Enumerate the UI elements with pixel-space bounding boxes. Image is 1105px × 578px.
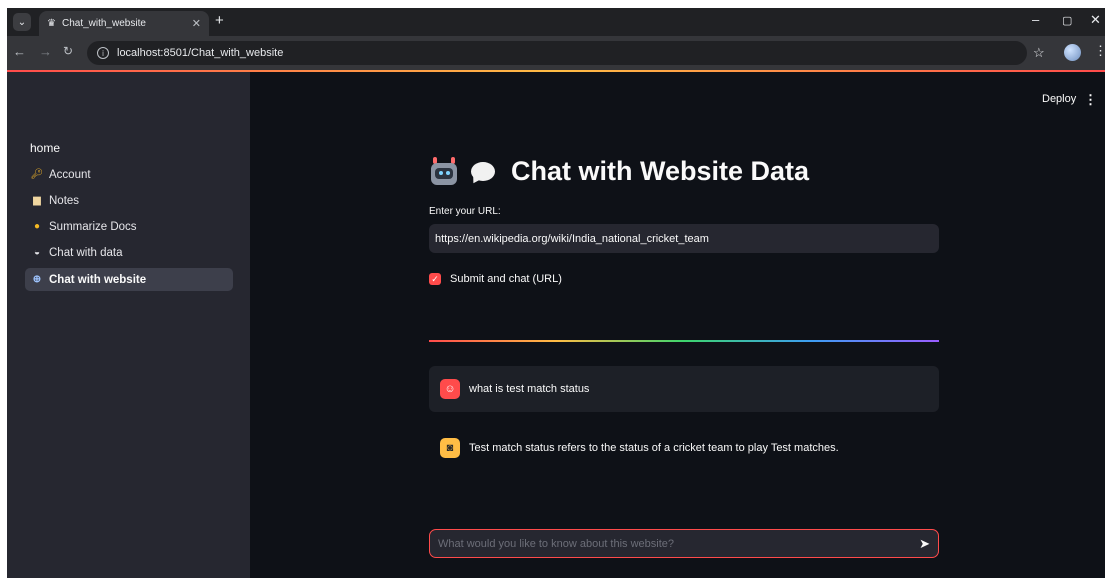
- sidebar-item-label: Summarize Docs: [49, 220, 137, 233]
- message-text: what is test match status: [469, 383, 590, 395]
- globe-icon: ⊕: [32, 274, 42, 285]
- tab-title: Chat_with_website: [61, 18, 146, 29]
- sidebar-item-label: Chat with data: [49, 246, 123, 259]
- browser-window: ⌄ ♛ Chat_with_website ✕ + – ▢ ✕ ← → ↻ i …: [7, 8, 1105, 578]
- speech-bubble-icon: [469, 159, 497, 186]
- navigation-bar: ← → ↻ i localhost:8501/Chat_with_website…: [7, 36, 1105, 70]
- sidebar-item-home[interactable]: home: [30, 141, 60, 155]
- chat-input-container: ➤: [429, 529, 939, 558]
- url-input[interactable]: https://en.wikipedia.org/wiki/India_nati…: [429, 224, 939, 253]
- sidebar-item-chat-with-website[interactable]: ⊕ Chat with website: [25, 268, 233, 291]
- message-text: Test match status refers to the status o…: [469, 442, 839, 454]
- sidebar-item-chat-with-data[interactable]: ◒ Chat with data: [25, 241, 233, 264]
- url-label: Enter your URL:: [429, 206, 501, 217]
- main-menu-icon[interactable]: ⋮: [1084, 92, 1097, 108]
- key-icon: 🔑︎: [30, 169, 44, 180]
- car-icon: ◒: [33, 247, 41, 258]
- submit-chat-checkbox[interactable]: ✓: [429, 273, 441, 285]
- back-arrow-icon[interactable]: ←: [13, 44, 26, 59]
- minimize-icon[interactable]: –: [1032, 12, 1039, 27]
- assistant-message: ◙ Test match status refers to the status…: [429, 428, 939, 468]
- user-avatar-icon: ☺: [440, 379, 460, 399]
- bookmark-star-icon[interactable]: ☆: [1033, 45, 1045, 61]
- sidebar-item-label: Account: [49, 168, 91, 181]
- submit-chat-checkbox-row[interactable]: ✓ Submit and chat (URL): [429, 273, 562, 285]
- address-url: localhost:8501/Chat_with_website: [117, 47, 284, 59]
- chevron-down-icon: ⌄: [17, 16, 27, 28]
- browser-menu-icon[interactable]: ⋮: [1094, 43, 1105, 59]
- browser-tab[interactable]: ♛ Chat_with_website ✕: [39, 11, 209, 36]
- user-message: ☺ what is test match status: [429, 366, 939, 412]
- sidebar: home 🔑︎ Account ▆ Notes ● Summarize Docs…: [7, 72, 250, 578]
- restore-icon[interactable]: ▢: [1062, 14, 1072, 27]
- sidebar-item-account[interactable]: 🔑︎ Account: [25, 163, 233, 186]
- new-tab-button[interactable]: +: [215, 13, 224, 29]
- close-tab-icon[interactable]: ✕: [192, 17, 201, 30]
- chat-input[interactable]: [438, 537, 920, 550]
- sidebar-item-summarize-docs[interactable]: ● Summarize Docs: [25, 215, 233, 238]
- close-window-icon[interactable]: ✕: [1090, 12, 1101, 28]
- page-title-text: Chat with Website Data: [511, 156, 810, 186]
- tab-search-button[interactable]: ⌄: [13, 13, 31, 31]
- rainbow-divider: [429, 340, 939, 342]
- emoji-icon: ●: [33, 221, 41, 232]
- page-title: Chat with Website Data: [429, 156, 809, 187]
- deploy-button[interactable]: Deploy: [1042, 93, 1076, 105]
- notebook-icon: ▆: [33, 195, 41, 206]
- tab-strip: ⌄ ♛ Chat_with_website ✕ + – ▢ ✕: [7, 8, 1105, 36]
- send-icon[interactable]: ➤: [919, 536, 930, 552]
- profile-avatar[interactable]: [1064, 44, 1081, 61]
- crown-icon: ♛: [47, 18, 56, 29]
- assistant-robot-icon: ◙: [440, 438, 460, 458]
- sidebar-item-notes[interactable]: ▆ Notes: [25, 189, 233, 212]
- checkbox-label: Submit and chat (URL): [450, 273, 562, 285]
- robot-icon: [429, 156, 459, 187]
- forward-arrow-icon[interactable]: →: [39, 44, 52, 59]
- site-info-icon[interactable]: i: [97, 47, 109, 59]
- sidebar-item-label: Chat with website: [49, 273, 147, 286]
- sidebar-item-label: Notes: [49, 194, 80, 207]
- address-bar[interactable]: i localhost:8501/Chat_with_website: [87, 41, 1027, 65]
- reload-icon[interactable]: ↻: [63, 44, 73, 58]
